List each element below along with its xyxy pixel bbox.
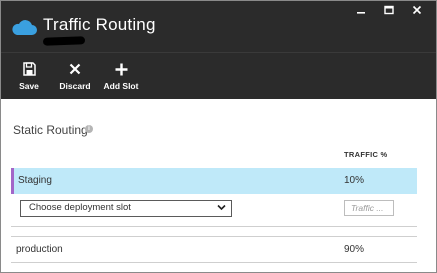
info-icon[interactable]: i [85,125,93,133]
deployment-slot-select[interactable]: Choose deployment slot [20,200,232,217]
redacted-subtitle [42,36,86,46]
new-route-row: Choose deployment slot Traffic ... [11,194,417,227]
section-title: Static Routing [13,123,88,137]
plus-icon [115,63,127,75]
route-traffic: 90% [344,244,365,255]
route-row-production[interactable]: production 90% [11,236,417,263]
close-button[interactable] [404,3,430,17]
maximize-icon [384,5,394,15]
traffic-column-header: TRAFFIC % [344,150,388,159]
discard-label: Discard [59,81,91,91]
traffic-routing-window: Traffic Routing Save Discard Add Slot St… [0,0,437,273]
traffic-percent-input[interactable]: Traffic ... [344,200,394,216]
route-traffic: 10% [344,175,365,186]
cloud-icon [12,20,37,35]
minimize-button[interactable] [348,3,374,17]
discard-icon [69,63,81,75]
chevron-down-icon [217,204,226,211]
window-controls [348,3,430,17]
route-name: production [16,244,63,255]
add-slot-label: Add Slot [103,81,139,91]
discard-button[interactable]: Discard [53,61,97,91]
blade-title: Traffic Routing [43,15,156,34]
blade-header: Traffic Routing [1,1,436,52]
save-label: Save [19,81,39,91]
close-icon [412,5,422,15]
slot-select-value: Choose deployment slot [29,202,131,213]
command-bar: Save Discard Add Slot [1,52,436,99]
route-row-staging[interactable]: Staging 10% [11,168,417,194]
save-icon [22,62,36,76]
minimize-icon [357,12,365,14]
save-button[interactable]: Save [7,61,51,91]
route-name: Staging [18,175,52,186]
add-slot-button[interactable]: Add Slot [99,61,143,91]
maximize-button[interactable] [376,3,402,17]
traffic-placeholder: Traffic ... [351,203,384,213]
